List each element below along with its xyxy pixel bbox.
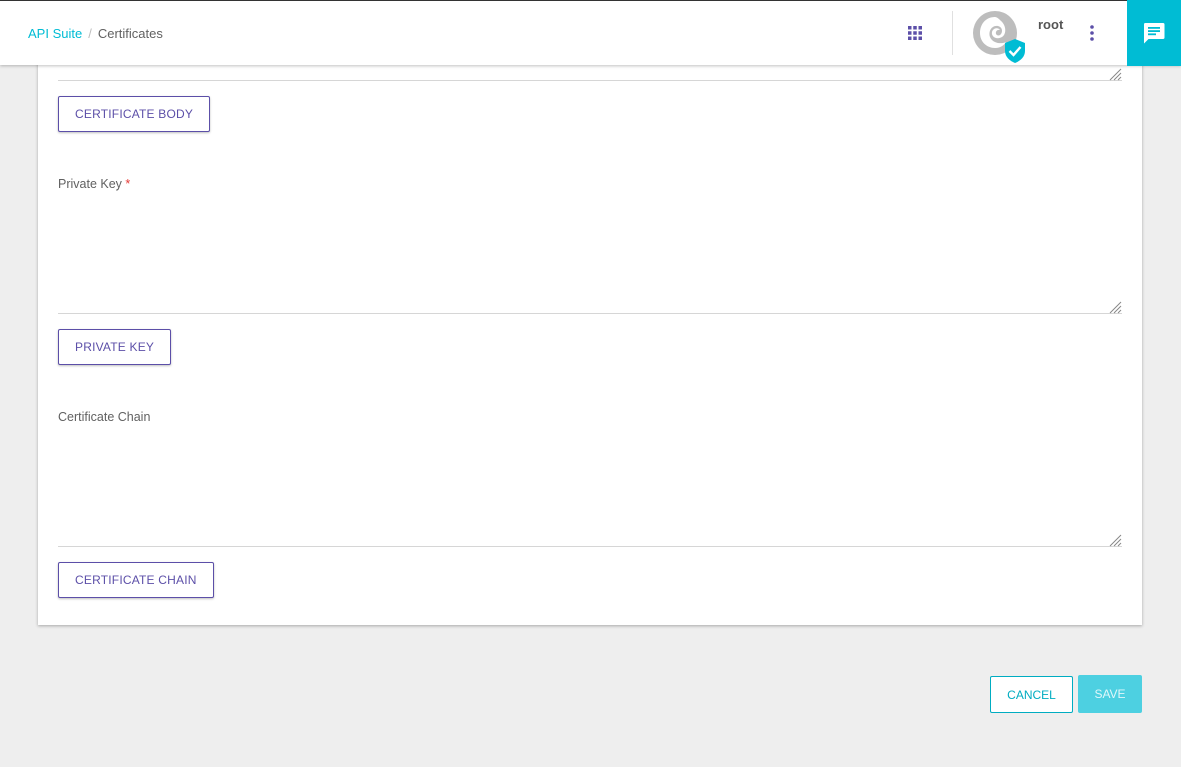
cancel-button[interactable]: CANCEL [990,676,1073,713]
certificate-body-button[interactable]: CERTIFICATE BODY [58,96,211,132]
apps-grid-icon[interactable] [908,26,922,40]
certificate-chain-textarea[interactable] [58,449,1126,548]
private-key-underline [58,313,1122,314]
required-mark: * [125,177,131,191]
private-key-label: Private Key * [58,177,130,191]
breadcrumb-current: Certificates [97,26,163,41]
certificate-chain-underline [58,546,1122,547]
certificate-chain-button[interactable]: CERTIFICATE CHAIN [58,562,214,598]
chat-icon [1144,23,1165,44]
username[interactable]: root [1038,17,1063,32]
header-divider [952,11,953,55]
private-key-button[interactable]: PRIVATE KEY [58,329,172,365]
more-vert-icon[interactable] [1086,24,1098,42]
private-key-label-text: Private Key [58,177,122,191]
avatar[interactable] [971,11,1027,63]
top-bar: API Suite / Certificates root [0,0,1181,66]
chat-button[interactable] [1127,0,1181,66]
resize-handle-icon[interactable] [1108,67,1122,81]
resize-handle-icon[interactable] [1108,533,1122,547]
breadcrumb-api-suite-link[interactable]: API Suite [28,26,82,41]
private-key-textarea[interactable] [58,216,1126,315]
certificate-chain-label: Certificate Chain [58,410,151,424]
certificate-form-card: CERTIFICATE BODY Private Key * PRIVATE K… [38,40,1142,625]
breadcrumb-separator: / [88,26,92,41]
save-button[interactable]: SAVE [1078,675,1142,713]
resize-handle-icon[interactable] [1108,300,1122,314]
certificate-body-underline [58,80,1122,81]
breadcrumb: API Suite / Certificates [28,26,163,41]
